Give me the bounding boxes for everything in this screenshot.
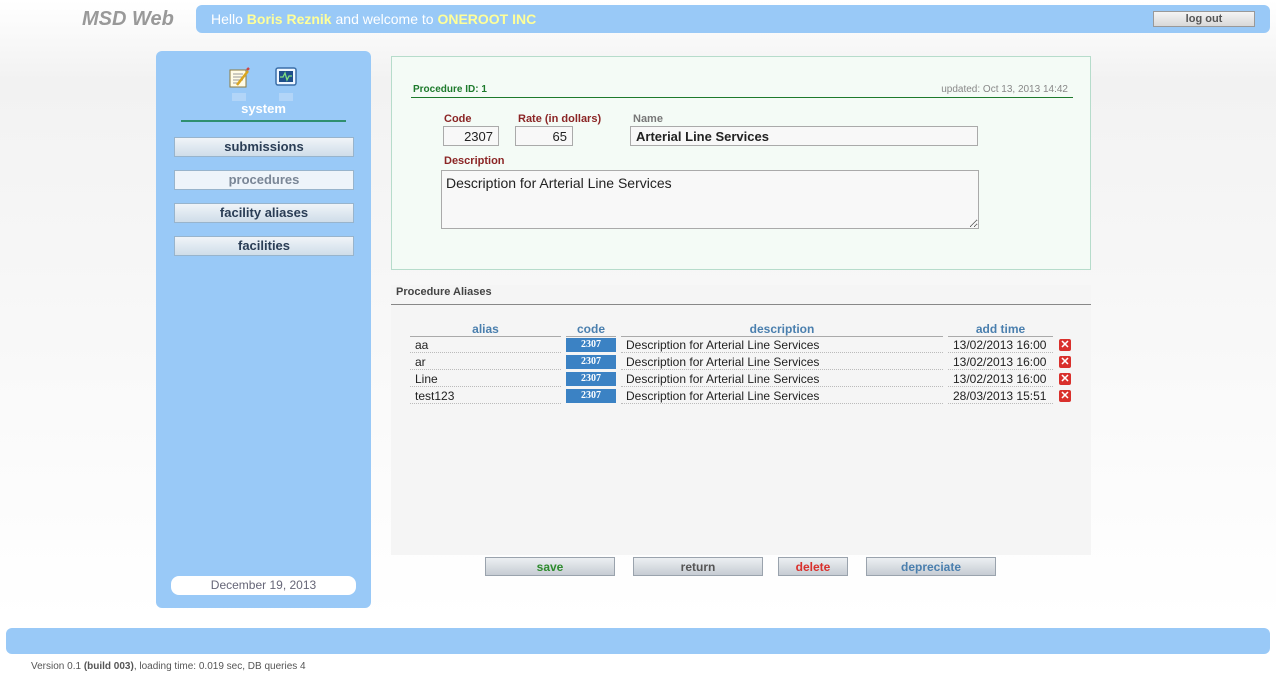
company-name: ONEROOT INC	[437, 11, 537, 27]
add-time-cell: 13/02/2013 16:00	[948, 371, 1053, 387]
alias-cell: ar	[410, 354, 561, 370]
sidebar-item-submissions[interactable]: submissions	[174, 137, 354, 157]
column-header-code: code	[566, 322, 616, 337]
description-cell: Description for Arterial Line Services	[621, 371, 943, 387]
sidebar: system submissions procedures facility a…	[156, 51, 371, 608]
header-bar: Hello Boris Reznik and welcome to ONEROO…	[196, 5, 1270, 33]
table-row[interactable]: test123 2307 Description for Arterial Li…	[391, 388, 1091, 405]
code-input[interactable]	[443, 126, 499, 146]
section-divider	[181, 120, 346, 122]
system-section-label: system	[241, 101, 286, 116]
logout-button[interactable]: log out	[1153, 11, 1255, 27]
delete-alias-icon[interactable]: ✕	[1059, 339, 1071, 351]
table-row[interactable]: Line 2307 Description for Arterial Line …	[391, 371, 1091, 388]
aliases-title: Procedure Aliases	[396, 286, 492, 298]
procedure-aliases-panel: Procedure Aliases alias code description…	[391, 285, 1091, 555]
column-header-alias: alias	[410, 322, 561, 337]
notepad-icon[interactable]	[228, 67, 250, 101]
aliases-divider	[391, 304, 1091, 305]
table-row[interactable]: aa 2307 Description for Arterial Line Se…	[391, 337, 1091, 354]
description-label: Description	[444, 155, 505, 167]
current-date: December 19, 2013	[171, 576, 356, 595]
description-textarea[interactable]: Description for Arterial Line Services	[441, 170, 979, 229]
name-input[interactable]	[630, 126, 978, 146]
delete-alias-icon[interactable]: ✕	[1059, 356, 1071, 368]
code-label: Code	[444, 113, 472, 125]
column-header-description: description	[621, 322, 943, 337]
procedure-form: Procedure ID: 1 updated: Oct 13, 2013 14…	[391, 56, 1091, 270]
code-badge: 2307	[566, 389, 616, 403]
rate-input[interactable]	[515, 126, 573, 146]
add-time-cell: 28/03/2013 15:51	[948, 388, 1053, 404]
delete-alias-icon[interactable]: ✕	[1059, 373, 1071, 385]
code-badge: 2307	[566, 372, 616, 386]
rate-label: Rate (in dollars)	[518, 113, 602, 125]
sidebar-item-facilities[interactable]: facilities	[174, 236, 354, 256]
add-time-cell: 13/02/2013 16:00	[948, 337, 1053, 353]
save-button[interactable]: save	[485, 557, 615, 576]
user-name: Boris Reznik	[246, 11, 332, 27]
alias-cell: Line	[410, 371, 561, 387]
description-cell: Description for Arterial Line Services	[621, 388, 943, 404]
code-badge: 2307	[566, 338, 616, 352]
sidebar-item-procedures[interactable]: procedures	[174, 170, 354, 190]
footer-bar	[6, 628, 1270, 654]
description-cell: Description for Arterial Line Services	[621, 337, 943, 353]
version-info: Version 0.1 (build 003), loading time: 0…	[31, 661, 306, 672]
alias-cell: aa	[410, 337, 561, 353]
procedure-id: Procedure ID: 1	[413, 84, 487, 95]
depreciate-button[interactable]: depreciate	[866, 557, 996, 576]
table-row[interactable]: ar 2307 Description for Arterial Line Se…	[391, 354, 1091, 371]
monitor-icon[interactable]	[275, 67, 297, 101]
welcome-message: Hello Boris Reznik and welcome to ONEROO…	[211, 11, 537, 27]
name-label: Name	[633, 113, 663, 125]
app-title: MSD Web	[82, 8, 174, 30]
sidebar-item-facility-aliases[interactable]: facility aliases	[174, 203, 354, 223]
column-header-add-time: add time	[948, 322, 1053, 337]
form-divider	[411, 97, 1073, 98]
add-time-cell: 13/02/2013 16:00	[948, 354, 1053, 370]
return-button[interactable]: return	[633, 557, 763, 576]
delete-button[interactable]: delete	[778, 557, 848, 576]
delete-alias-icon[interactable]: ✕	[1059, 390, 1071, 402]
code-badge: 2307	[566, 355, 616, 369]
description-cell: Description for Arterial Line Services	[621, 354, 943, 370]
updated-timestamp: updated: Oct 13, 2013 14:42	[941, 84, 1068, 95]
alias-cell: test123	[410, 388, 561, 404]
